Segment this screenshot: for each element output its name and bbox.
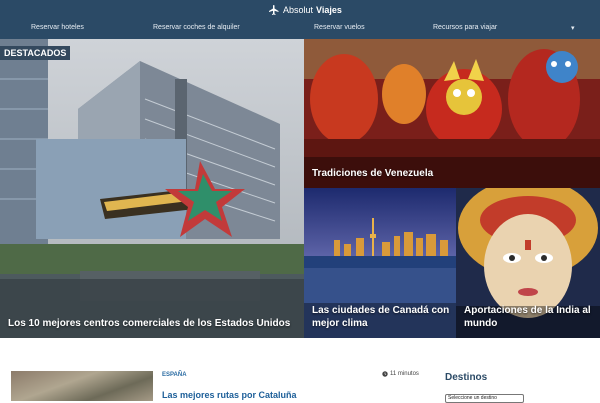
featured-tile-title: Los 10 mejores centros comerciales de lo… xyxy=(8,318,291,329)
airplane-icon xyxy=(269,5,279,15)
nav-item-hoteles[interactable]: Reservar hoteles xyxy=(31,24,84,31)
featured-tile-india[interactable]: Aportaciones de la India al mundo xyxy=(456,188,600,338)
nav-item-vuelos[interactable]: Reservar vuelos xyxy=(314,24,365,31)
post-thumbnail[interactable] xyxy=(11,371,153,401)
sidebar-title: Destinos xyxy=(445,372,488,383)
content-area: ESPAÑA 11 minutos Las mejores rutas por … xyxy=(0,338,600,403)
read-time-text: 11 minutos xyxy=(390,371,419,377)
featured-tile-title: Tradiciones de Venezuela xyxy=(312,168,434,179)
site-logo[interactable]: Absolut Viajes xyxy=(268,3,342,17)
site-header: Absolut Viajes Reservar hoteles Reservar … xyxy=(0,0,600,39)
featured-tile-canada[interactable]: Las ciudades de Canadá con mejor clima xyxy=(304,188,456,338)
featured-tile-venezuela[interactable]: Tradiciones de Venezuela xyxy=(304,39,600,188)
festival-photo xyxy=(304,39,600,188)
post-read-time: 11 minutos xyxy=(382,371,419,377)
logo-text-bold: Viajes xyxy=(316,5,342,15)
logo-text-light: Absolut xyxy=(283,5,314,15)
post-title[interactable]: Las mejores rutas por Cataluña xyxy=(162,390,297,400)
post-category[interactable]: ESPAÑA xyxy=(162,372,187,378)
clock-icon xyxy=(382,371,388,377)
destination-select[interactable]: Seleccione un destino xyxy=(445,394,524,403)
nav-item-recursos[interactable]: Recursos para viajar xyxy=(433,24,497,31)
featured-tile-title: Las ciudades de Canadá con mejor clima xyxy=(312,305,450,329)
featured-tile-malls[interactable]: Los 10 mejores centros comerciales de lo… xyxy=(0,39,304,338)
nav-more-chevron-icon[interactable]: ▾ xyxy=(571,24,575,32)
nav-item-coches[interactable]: Reservar coches de alquiler xyxy=(153,24,240,31)
featured-badge: DESTACADOS xyxy=(0,46,71,60)
main-nav: Reservar hoteles Reservar coches de alqu… xyxy=(0,24,600,34)
featured-tile-title: Aportaciones de la India al mundo xyxy=(464,305,591,329)
mall-photo xyxy=(0,39,304,338)
